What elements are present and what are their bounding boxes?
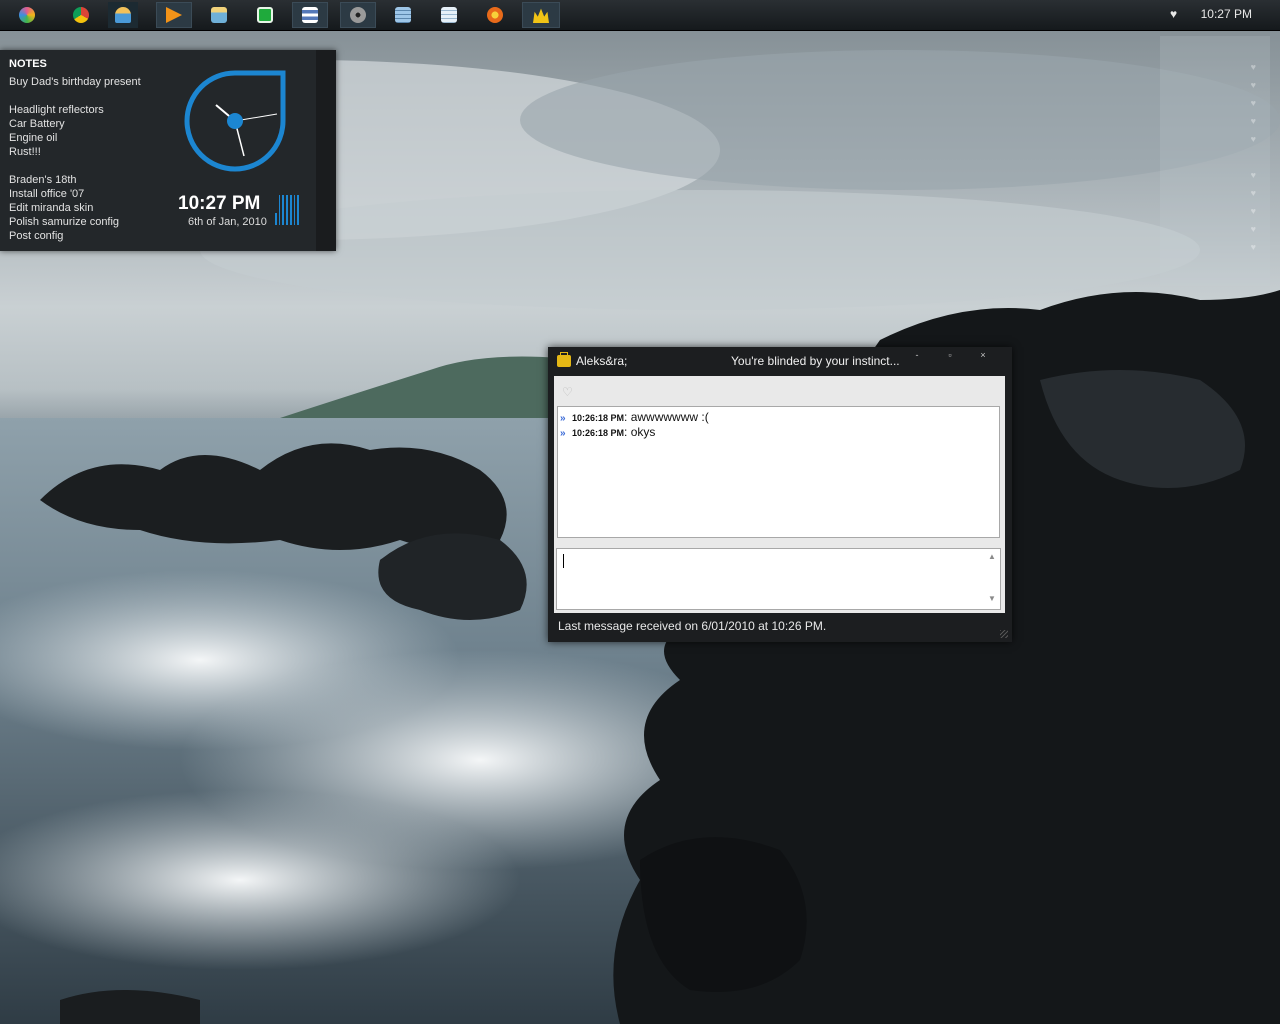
widget-edge — [316, 50, 336, 251]
explorer-icon — [211, 7, 227, 23]
message-input[interactable]: ▲ ▼ — [556, 548, 1001, 610]
note-item: Braden's 18th — [9, 174, 77, 186]
level-bar — [275, 213, 277, 225]
heart-icon: ♥ — [1250, 242, 1256, 252]
calculator-icon — [395, 7, 411, 23]
taskbar-chrome[interactable] — [66, 2, 96, 28]
taskbar-document[interactable] — [292, 2, 328, 28]
taskbar: ♥ 10:27 PM — [0, 0, 1280, 31]
contact-status-icon — [557, 352, 571, 367]
note-item: Car Battery — [9, 118, 65, 130]
note-item: Rust!!! — [9, 146, 41, 158]
message-time: 10:26:18 PM — [572, 413, 625, 423]
message-log[interactable]: » 10:26:18 PM: awwwwwww :( » 10:26:18 PM: … — [557, 406, 1000, 538]
taskbar-contacts[interactable] — [108, 2, 138, 28]
heart-icon: ♥ — [1250, 98, 1256, 108]
taskbar-miranda[interactable] — [522, 2, 560, 28]
note-item: Install office '07 — [9, 188, 85, 200]
chat-body: ♡ » 10:26:18 PM: awwwwwww :( » 10:26:18 PM… — [554, 376, 1005, 613]
taskbar-calculator[interactable] — [388, 2, 418, 28]
heart-icon: ♥ — [1250, 116, 1256, 126]
miranda-icon — [533, 8, 549, 23]
heart-icon: ♥ — [1250, 134, 1256, 144]
minimize-button[interactable]: - — [910, 350, 924, 360]
text-caret — [563, 554, 564, 568]
disc-icon — [350, 7, 366, 23]
taskbar-media-player[interactable] — [156, 2, 192, 28]
note-item: Edit miranda skin — [9, 202, 94, 214]
taskbar-spreadsheet[interactable] — [250, 2, 280, 28]
message-row: » 10:26:18 PM: awwwwwww :( — [560, 410, 709, 424]
level-bar — [289, 195, 292, 225]
message-text: awwwwwww :( — [630, 410, 709, 424]
note-item: Engine oil — [9, 132, 58, 144]
tray-clock[interactable]: 10:27 PM — [1201, 7, 1252, 21]
chat-status-bar: Last message received on 6/01/2010 at 10… — [558, 619, 827, 633]
media-player-icon — [166, 7, 182, 23]
scroll-down-icon[interactable]: ▼ — [986, 594, 998, 606]
level-bar — [278, 195, 281, 225]
level-bar — [297, 195, 300, 225]
spreadsheet-icon — [257, 7, 273, 23]
notes-list: Buy Dad's birthday present Headlight ref… — [9, 75, 141, 243]
start-orb-icon — [19, 7, 35, 23]
note-item: Buy Dad's birthday present — [9, 76, 141, 88]
favorite-heart-icon[interactable]: ♡ — [562, 385, 573, 399]
heart-icon: ♥ — [1250, 170, 1256, 180]
message-row: » 10:26:18 PM: okys — [560, 425, 656, 439]
heart-icon: ♥ — [1250, 188, 1256, 198]
incoming-arrow-icon: » — [560, 428, 566, 439]
tray-heart-icon[interactable]: ♥ — [1170, 7, 1177, 21]
maximize-button[interactable]: ▫ — [943, 350, 957, 360]
contact-list-panel[interactable]: ♥ ♥ ♥ ♥ ♥ ♥ ♥ ♥ ♥ ♥ — [1160, 36, 1270, 286]
taskbar-disc[interactable] — [340, 2, 376, 28]
start-button[interactable] — [12, 2, 42, 28]
analog-clock — [184, 70, 286, 172]
clock-center — [227, 113, 243, 129]
notes-title: NOTES — [9, 58, 47, 70]
heart-icon: ♥ — [1250, 206, 1256, 216]
volume-bars — [275, 195, 300, 225]
taskbar-notepad[interactable] — [434, 2, 464, 28]
note-item: Polish samurize config — [9, 216, 120, 228]
notepad-icon — [441, 7, 457, 23]
level-bar — [286, 195, 288, 225]
incoming-arrow-icon: » — [560, 413, 566, 424]
note-item: Headlight reflectors — [9, 104, 104, 116]
chat-window: Aleks&ra; You're blinded by your instinc… — [548, 347, 1012, 642]
widget-time: 10:27 PM — [178, 193, 261, 214]
chrome-icon — [73, 7, 89, 23]
close-button[interactable]: × — [976, 350, 990, 360]
document-icon — [302, 7, 318, 23]
taskbar-firefox[interactable] — [480, 2, 510, 28]
users-icon — [115, 7, 131, 23]
contact-name: Aleks&ra; — [576, 354, 628, 368]
note-item: Post config — [9, 230, 64, 242]
resize-grip[interactable] — [1000, 630, 1008, 638]
heart-icon: ♥ — [1250, 224, 1256, 234]
chat-titlebar[interactable]: Aleks&ra; You're blinded by your instinc… — [548, 347, 1012, 375]
message-text: okys — [630, 425, 656, 439]
level-bar — [282, 195, 285, 225]
notes-widget: NOTES Buy Dad's birthday present Headlig… — [0, 50, 336, 251]
message-time: 10:26:18 PM — [572, 428, 625, 438]
firefox-icon — [487, 7, 503, 23]
note-item — [9, 159, 141, 173]
heart-icon: ♥ — [1250, 80, 1256, 90]
widget-date: 6th of Jan, 2010 — [188, 216, 267, 228]
note-item — [9, 89, 141, 103]
heart-icon: ♥ — [1250, 62, 1256, 72]
taskbar-explorer[interactable] — [204, 2, 234, 28]
level-bar — [293, 195, 296, 225]
status-message: You're blinded by your instinct... — [731, 354, 900, 368]
scroll-up-icon[interactable]: ▲ — [986, 552, 998, 564]
